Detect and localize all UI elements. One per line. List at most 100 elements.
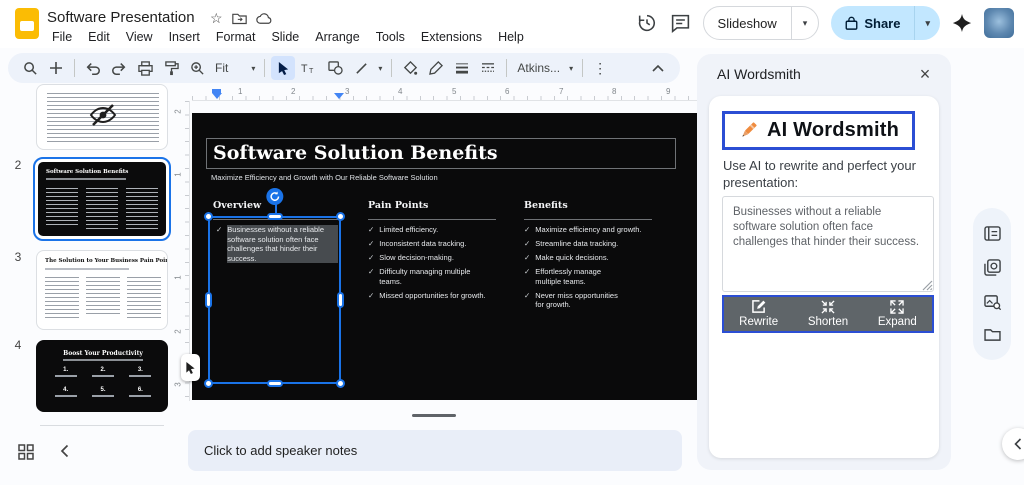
handle-top-right[interactable] [336, 212, 345, 221]
account-avatar[interactable] [984, 8, 1014, 38]
move-folder-icon[interactable] [232, 12, 247, 25]
handle-top-center[interactable] [267, 213, 283, 220]
star-icon[interactable]: ☆ [210, 10, 223, 27]
document-title[interactable]: Software Presentation [47, 9, 195, 26]
select-tool-icon[interactable] [271, 56, 295, 80]
slide-thumbnail-2[interactable]: Software Solution Benefits [33, 157, 171, 241]
svg-text:T: T [309, 66, 314, 74]
pain-points-list[interactable]: ✓Limited efficiency. ✓Inconsistent data … [368, 225, 496, 305]
border-color-icon[interactable] [424, 56, 448, 80]
print-icon[interactable] [133, 56, 157, 80]
notes-resize-handle[interactable] [412, 414, 456, 417]
indent-triangle-icon[interactable] [212, 93, 222, 99]
speaker-notes-input[interactable]: Click to add speaker notes [188, 430, 682, 471]
check-icon: ✓ [524, 291, 530, 310]
share-dropdown[interactable]: ▾ [915, 18, 940, 29]
comment-icon[interactable] [670, 13, 691, 34]
textarea-resize-grip[interactable] [922, 280, 933, 291]
share-button[interactable]: Share [831, 16, 914, 31]
rewrite-text-input[interactable]: Businesses without a reliable software s… [722, 196, 934, 292]
collapse-toolbar-icon[interactable] [646, 56, 670, 80]
slide-canvas[interactable]: Software Solution Benefits Maximize Effi… [192, 113, 697, 400]
menu-slide[interactable]: Slide [263, 28, 307, 46]
slideshow-dropdown[interactable]: ▾ [792, 18, 819, 29]
slide-number-3: 3 [8, 250, 28, 264]
menu-extensions[interactable]: Extensions [413, 28, 490, 46]
thumbnail-4-item-2: 2. [84, 367, 121, 377]
slide-title: Software Solution Benefits [213, 142, 498, 164]
slide-subtitle[interactable]: Maximize Efficiency and Growth with Our … [211, 173, 438, 182]
gemini-star-icon[interactable] [952, 13, 972, 33]
cloud-status-icon[interactable] [256, 13, 273, 25]
handle-bottom-center[interactable] [267, 380, 283, 387]
tab-stop-icon[interactable] [334, 93, 344, 99]
close-icon[interactable]: × [913, 62, 937, 86]
horizontal-ruler[interactable]: 123456789 [192, 89, 697, 101]
zoom-select[interactable]: Fit [211, 61, 232, 75]
more-options-icon[interactable]: ⋮ [589, 60, 611, 77]
menu-file[interactable]: File [44, 28, 80, 46]
collapse-filmstrip-icon[interactable] [60, 444, 69, 458]
thumbnail-2-subtitle-line [46, 178, 126, 180]
shapes-icon[interactable] [323, 56, 347, 80]
menu-format[interactable]: Format [208, 28, 264, 46]
rewrite-button[interactable]: Rewrite [724, 297, 793, 331]
slide-thumbnail-4[interactable]: Boost Your Productivity 1. 2. 3. 4. 5. 6… [36, 340, 168, 412]
menu-tools[interactable]: Tools [368, 28, 413, 46]
folder-icon[interactable] [984, 328, 1001, 342]
text-box-icon[interactable]: TT [297, 56, 321, 80]
panel-title: AI Wordsmith [717, 66, 801, 82]
contacts-icon[interactable] [984, 259, 1001, 276]
lock-icon [845, 16, 858, 30]
menu-help[interactable]: Help [490, 28, 532, 46]
pain-points-header[interactable]: Pain Points [368, 200, 496, 220]
fill-color-icon[interactable] [398, 56, 422, 80]
menu-arrange[interactable]: Arrange [307, 28, 367, 46]
top-bar: Software Presentation ☆ File Edit View I… [0, 0, 1024, 48]
slideshow-button[interactable]: Slideshow [704, 16, 791, 31]
slide-thumbnail-1[interactable] [36, 84, 168, 150]
menu-insert[interactable]: Insert [161, 28, 208, 46]
handle-bottom-left[interactable] [204, 379, 213, 388]
handle-top-left[interactable] [204, 212, 213, 221]
new-slide-icon[interactable] [44, 56, 68, 80]
expand-button[interactable]: Expand [863, 297, 932, 331]
line-tool-icon[interactable] [349, 56, 373, 80]
check-icon: ✓ [368, 267, 374, 286]
zoom-select-caret[interactable]: ▾ [248, 64, 258, 73]
menu-view[interactable]: View [118, 28, 161, 46]
slide-title-box[interactable]: Software Solution Benefits [206, 138, 676, 169]
slides-logo[interactable] [15, 8, 39, 39]
font-select[interactable]: Atkins... [513, 61, 564, 75]
list-item: ✓Limited efficiency. [368, 225, 496, 235]
grid-view-icon[interactable] [18, 444, 34, 460]
border-weight-icon[interactable] [450, 56, 474, 80]
border-dash-icon[interactable] [476, 56, 500, 80]
version-history-icon[interactable] [636, 12, 658, 34]
main-toolbar: Fit ▾ TT ▾ Atkins... ▾ ⋮ [8, 53, 680, 83]
shorten-button[interactable]: Shorten [793, 297, 862, 331]
collapse-panel-button[interactable] [1002, 428, 1024, 460]
font-select-caret[interactable]: ▾ [566, 64, 576, 73]
search-tools-icon[interactable] [18, 56, 42, 80]
calendar-card-icon[interactable] [984, 226, 1001, 241]
list-item: ✓Inconsistent data tracking. [368, 239, 496, 249]
redo-icon[interactable] [107, 56, 131, 80]
image-search-icon[interactable] [984, 294, 1001, 310]
rotate-handle-icon[interactable] [266, 188, 283, 205]
handle-middle-left[interactable] [205, 292, 212, 308]
menu-edit[interactable]: Edit [80, 28, 118, 46]
line-tool-caret[interactable]: ▾ [375, 64, 385, 73]
handle-middle-right[interactable] [337, 292, 344, 308]
overview-textbox-selection[interactable]: ✓ Businesses without a reliable software… [208, 216, 341, 384]
benefits-list[interactable]: ✓Maximize efficiency and growth. ✓Stream… [524, 225, 652, 314]
ai-wordsmith-panel: AI Wordsmith × AI Wordsmith Use AI to re… [697, 54, 951, 470]
check-icon: ✓ [524, 253, 530, 263]
paint-format-icon[interactable] [159, 56, 183, 80]
undo-icon[interactable] [81, 56, 105, 80]
zoom-icon[interactable] [185, 56, 209, 80]
slide-thumbnail-3[interactable]: The Solution to Your Business Pain Point… [36, 250, 168, 330]
thumbnail-3-col1 [45, 277, 79, 321]
benefits-header[interactable]: Benefits [524, 200, 652, 220]
handle-bottom-right[interactable] [336, 379, 345, 388]
